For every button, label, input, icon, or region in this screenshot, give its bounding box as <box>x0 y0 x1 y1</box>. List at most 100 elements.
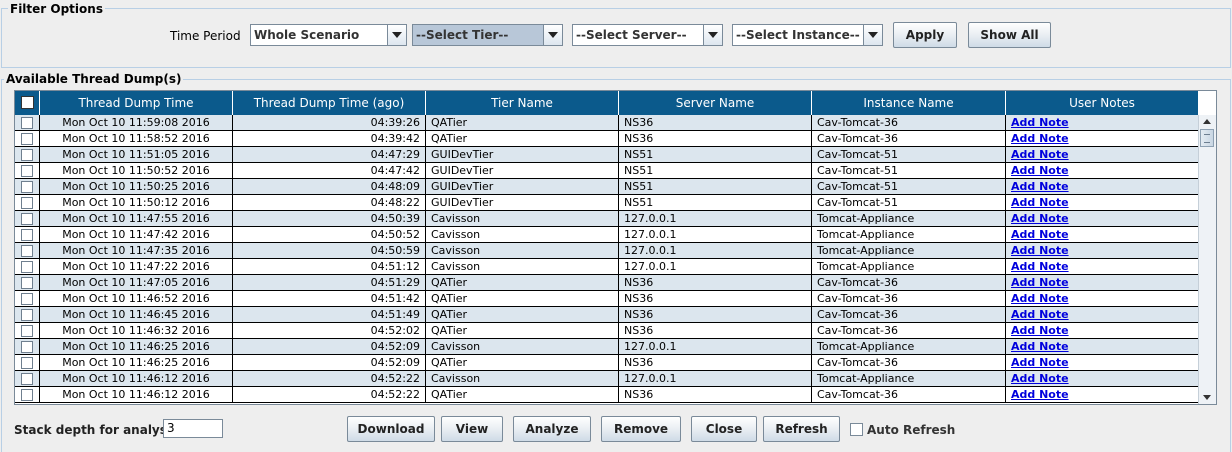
close-button[interactable]: Close <box>691 416 757 442</box>
cell-select <box>15 371 40 387</box>
select-all-checkbox[interactable] <box>21 96 34 109</box>
table-row[interactable]: Mon Oct 10 11:47:05 2016 04:51:29 QATier NS… <box>15 275 1198 291</box>
auto-refresh-checkbox[interactable] <box>850 423 863 436</box>
row-checkbox[interactable] <box>21 277 33 289</box>
add-note-link[interactable]: Add Note <box>1011 116 1069 129</box>
row-checkbox[interactable] <box>21 149 33 161</box>
add-note-link[interactable]: Add Note <box>1011 340 1069 353</box>
row-checkbox[interactable] <box>21 181 33 193</box>
cell-notes: Add Note <box>1006 179 1198 195</box>
row-checkbox[interactable] <box>21 309 33 321</box>
apply-button[interactable]: Apply <box>893 22 957 48</box>
add-note-link[interactable]: Add Note <box>1011 292 1069 305</box>
column-header-notes[interactable]: User Notes <box>1006 91 1198 115</box>
time-period-select[interactable]: Whole Scenario <box>250 24 407 46</box>
instance-select[interactable]: --Select Instance-- <box>732 24 883 46</box>
table-row[interactable]: Mon Oct 10 11:46:52 2016 04:51:42 QATier NS… <box>15 291 1198 307</box>
refresh-button[interactable]: Refresh <box>763 416 840 442</box>
add-note-link[interactable]: Add Note <box>1011 132 1069 145</box>
row-checkbox[interactable] <box>21 325 33 337</box>
view-button[interactable]: View <box>441 416 503 442</box>
cell-tier: Cavisson <box>426 259 619 275</box>
add-note-link[interactable]: Add Note <box>1011 164 1069 177</box>
add-note-link[interactable]: Add Note <box>1011 388 1069 401</box>
stack-depth-input[interactable]: 3 <box>163 419 223 438</box>
cell-tier: GUIDevTier <box>426 195 619 211</box>
add-note-link[interactable]: Add Note <box>1011 244 1069 257</box>
table-row[interactable]: Mon Oct 10 11:46:25 2016 04:52:09 QATier NS… <box>15 355 1198 371</box>
vertical-scrollbar[interactable] <box>1198 115 1216 404</box>
cell-instance: Cav-Tomcat-51 <box>812 147 1006 163</box>
time-period-label: Time Period <box>170 29 241 43</box>
row-checkbox[interactable] <box>21 197 33 209</box>
table-row[interactable]: Mon Oct 10 11:50:12 2016 04:48:22 GUIDevTi… <box>15 195 1198 211</box>
cell-instance: Cav-Tomcat-51 <box>812 163 1006 179</box>
table-row[interactable]: Mon Oct 10 11:59:08 2016 04:39:26 QATier NS… <box>15 115 1198 131</box>
cell-select <box>15 163 40 179</box>
add-note-link[interactable]: Add Note <box>1011 180 1069 193</box>
thread-dump-table: Thread Dump Time Thread Dump Time (ago) … <box>14 90 1217 405</box>
row-checkbox[interactable] <box>21 389 33 401</box>
chevron-down-icon[interactable] <box>387 25 406 45</box>
column-header-ago[interactable]: Thread Dump Time (ago) <box>233 91 426 115</box>
analyze-button[interactable]: Analyze <box>513 416 591 442</box>
table-row[interactable]: Mon Oct 10 11:46:25 2016 04:52:09 Cavisson… <box>15 339 1198 355</box>
table-row[interactable]: Mon Oct 10 11:51:05 2016 04:47:29 GUIDevTi… <box>15 147 1198 163</box>
table-row[interactable]: Mon Oct 10 11:46:32 2016 04:52:02 QATier NS… <box>15 323 1198 339</box>
table-row[interactable]: Mon Oct 10 11:58:52 2016 04:39:42 QATier NS… <box>15 131 1198 147</box>
row-checkbox[interactable] <box>21 213 33 225</box>
table-row[interactable]: Mon Oct 10 11:47:42 2016 04:50:52 Cavisson… <box>15 227 1198 243</box>
row-checkbox[interactable] <box>21 341 33 353</box>
column-header-instance[interactable]: Instance Name <box>812 91 1006 115</box>
add-note-link[interactable]: Add Note <box>1011 196 1069 209</box>
table-row[interactable]: Mon Oct 10 11:46:45 2016 04:51:49 QATier NS… <box>15 307 1198 323</box>
tier-select[interactable]: --Select Tier-- <box>412 24 563 46</box>
row-checkbox[interactable] <box>21 373 33 385</box>
download-button[interactable]: Download <box>347 416 435 442</box>
row-checkbox[interactable] <box>21 133 33 145</box>
row-checkbox[interactable] <box>21 117 33 129</box>
cell-server: 127.0.0.1 <box>619 227 812 243</box>
table-row[interactable]: Mon Oct 10 11:50:25 2016 04:48:09 GUIDevTi… <box>15 179 1198 195</box>
column-header-time[interactable]: Thread Dump Time <box>40 91 233 115</box>
add-note-link[interactable]: Add Note <box>1011 356 1069 369</box>
cell-ago: 04:48:09 <box>233 179 426 195</box>
row-checkbox[interactable] <box>21 245 33 257</box>
row-checkbox[interactable] <box>21 229 33 241</box>
cell-select <box>15 355 40 371</box>
row-checkbox[interactable] <box>21 261 33 273</box>
table-row[interactable]: Mon Oct 10 11:47:22 2016 04:51:12 Cavisson… <box>15 259 1198 275</box>
chevron-down-icon[interactable] <box>543 25 562 45</box>
chevron-down-icon[interactable] <box>703 25 722 45</box>
column-header-tier[interactable]: Tier Name <box>426 91 619 115</box>
column-header-server[interactable]: Server Name <box>619 91 812 115</box>
add-note-link[interactable]: Add Note <box>1011 228 1069 241</box>
add-note-link[interactable]: Add Note <box>1011 260 1069 273</box>
row-checkbox[interactable] <box>21 293 33 305</box>
add-note-link[interactable]: Add Note <box>1011 276 1069 289</box>
row-checkbox[interactable] <box>21 357 33 369</box>
add-note-link[interactable]: Add Note <box>1011 372 1069 385</box>
row-checkbox[interactable] <box>21 165 33 177</box>
table-row[interactable]: Mon Oct 10 11:46:12 2016 04:52:22 QATier NS… <box>15 387 1198 403</box>
table-row[interactable]: Mon Oct 10 11:46:12 2016 04:52:22 Cavisson… <box>15 371 1198 387</box>
add-note-link[interactable]: Add Note <box>1011 148 1069 161</box>
add-note-link[interactable]: Add Note <box>1011 324 1069 337</box>
chevron-down-icon[interactable] <box>863 25 882 45</box>
scroll-thumb[interactable] <box>1200 129 1214 147</box>
table-row[interactable]: Mon Oct 10 11:47:35 2016 04:50:59 Cavisson… <box>15 243 1198 259</box>
cell-ago: 04:52:02 <box>233 323 426 339</box>
show-all-button[interactable]: Show All <box>968 22 1051 48</box>
cell-select <box>15 243 40 259</box>
cell-server: NS51 <box>619 147 812 163</box>
add-note-link[interactable]: Add Note <box>1011 212 1069 225</box>
table-row[interactable]: Mon Oct 10 11:50:52 2016 04:47:42 GUIDevTi… <box>15 163 1198 179</box>
cell-tier: GUIDevTier <box>426 147 619 163</box>
scroll-down-icon[interactable] <box>1203 395 1211 400</box>
server-select[interactable]: --Select Server-- <box>572 24 723 46</box>
table-row[interactable]: Mon Oct 10 11:47:55 2016 04:50:39 Cavisson… <box>15 211 1198 227</box>
cell-instance: Tomcat-Appliance <box>812 227 1006 243</box>
remove-button[interactable]: Remove <box>601 416 681 442</box>
add-note-link[interactable]: Add Note <box>1011 308 1069 321</box>
scroll-up-icon[interactable] <box>1203 119 1211 124</box>
